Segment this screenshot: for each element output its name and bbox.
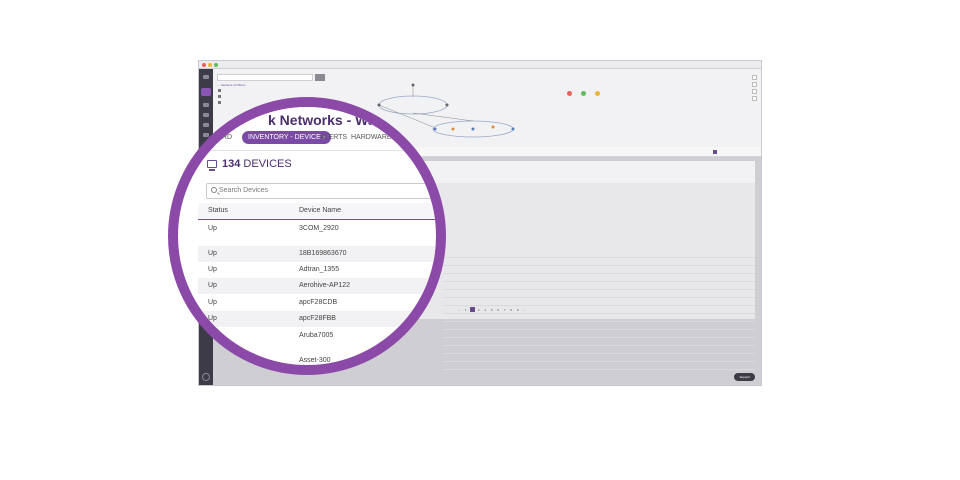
column-header-device-name[interactable]: Device Name [299,207,341,214]
minimize-window-button[interactable] [208,63,212,67]
maximize-window-button[interactable] [214,63,218,67]
table-row[interactable] [443,363,755,370]
screenshot-stage: ← Sections of Others ‹ 1 2 3 4 5 6 7 8 9… [0,0,960,480]
table-row[interactable]: Up Aerohive-AP122 [198,278,436,294]
monitor-icon-stand [209,169,215,171]
table-row[interactable] [443,315,755,322]
table-row[interactable] [443,323,755,330]
table-row[interactable] [443,339,755,346]
sidebar-item-network-active[interactable] [201,88,211,96]
fullscreen-button[interactable] [752,96,757,101]
column-header-status[interactable]: Status [208,207,228,214]
row-device-name[interactable]: Aerohive-AP122 [299,282,350,289]
warning-status-icon[interactable] [595,91,600,96]
map-tool-icon[interactable] [218,89,221,92]
breadcrumb[interactable]: ← Sections of Others [217,83,246,87]
map-search-input[interactable] [217,74,313,81]
device-count: 134 [222,158,241,170]
table-row[interactable]: Up 3COM_2920 [198,221,436,237]
map-search-button[interactable] [315,74,325,81]
table-row[interactable] [443,299,755,306]
support-button[interactable]: Support [734,373,755,381]
row-device-name[interactable]: 3COM_2920 [299,225,339,232]
table-row[interactable] [443,283,755,290]
map-tool-icon[interactable] [218,101,221,104]
zoom-in-button[interactable] [752,75,757,80]
fit-view-button[interactable] [752,89,757,94]
row-status: Up [208,225,217,232]
row-status: Up [208,315,217,322]
table-row[interactable]: Up 18B169863670 [198,246,436,262]
magnified-view: k Networks - Waterloo RD INVENTORY - DEV… [178,107,436,365]
table-row[interactable]: Up Adtran_1355 [198,262,436,278]
row-device-name[interactable]: Adtran_1355 [299,266,339,273]
ok-status-icon[interactable] [581,91,586,96]
row-device-name[interactable]: Asset-300 [299,357,331,364]
row-status: Up [208,299,217,306]
tab-partial[interactable]: RD [222,134,232,141]
table-row[interactable] [443,251,755,258]
title-bar [199,61,761,69]
magnifier-lens: k Networks - Waterloo RD INVENTORY - DEV… [168,97,446,375]
table-row[interactable] [443,331,755,338]
table-header: Status Device Name [198,203,436,220]
legend-swatch [713,150,717,154]
tab-hardware-lifecycle[interactable]: HARDWARE LIFE [351,134,408,141]
map-tool-icon[interactable] [218,95,221,98]
pagination[interactable]: ‹ 1 2 3 4 5 6 7 8 9 › [459,308,526,312]
table-row[interactable] [443,259,755,266]
table-row[interactable]: Up apcF28FBB [198,311,436,327]
table-row[interactable] [443,267,755,274]
search-icon [211,187,217,193]
page-title: k Networks - Waterloo [268,112,415,128]
search-placeholder: Search Devices [219,187,269,194]
zoom-out-button[interactable] [752,82,757,87]
table-row[interactable] [443,291,755,298]
table-row[interactable] [443,355,755,362]
row-device-name[interactable]: apcF28CDB [299,299,337,306]
menu-icon[interactable] [203,75,209,79]
table-row[interactable] [443,275,755,282]
row-status: Up [208,250,217,257]
search-devices-input[interactable]: Search Devices [206,183,436,199]
row-device-name[interactable]: apcF28FBB [299,315,336,322]
gear-icon[interactable] [202,373,210,381]
row-device-name[interactable]: Aruba7005 [299,332,333,339]
close-window-button[interactable] [202,63,206,67]
divider [198,150,436,151]
table-row[interactable] [443,347,755,354]
row-status: Up [208,282,217,289]
alert-status-icon[interactable] [567,91,572,96]
device-count-heading: 134 DEVICES [222,158,292,170]
table-row[interactable]: Aruba7005 [198,328,436,344]
tab-alerts[interactable]: ALERTS [320,134,347,141]
row-device-name[interactable]: 18B169863670 [299,250,347,257]
map-zoom-controls [752,75,758,103]
table-row[interactable]: Up apcF28CDB [198,295,436,311]
row-status: Up [208,266,217,273]
tab-inventory-device[interactable]: INVENTORY - DEVICE › [242,131,332,144]
device-count-label: DEVICES [243,158,292,170]
monitor-icon [207,160,217,168]
